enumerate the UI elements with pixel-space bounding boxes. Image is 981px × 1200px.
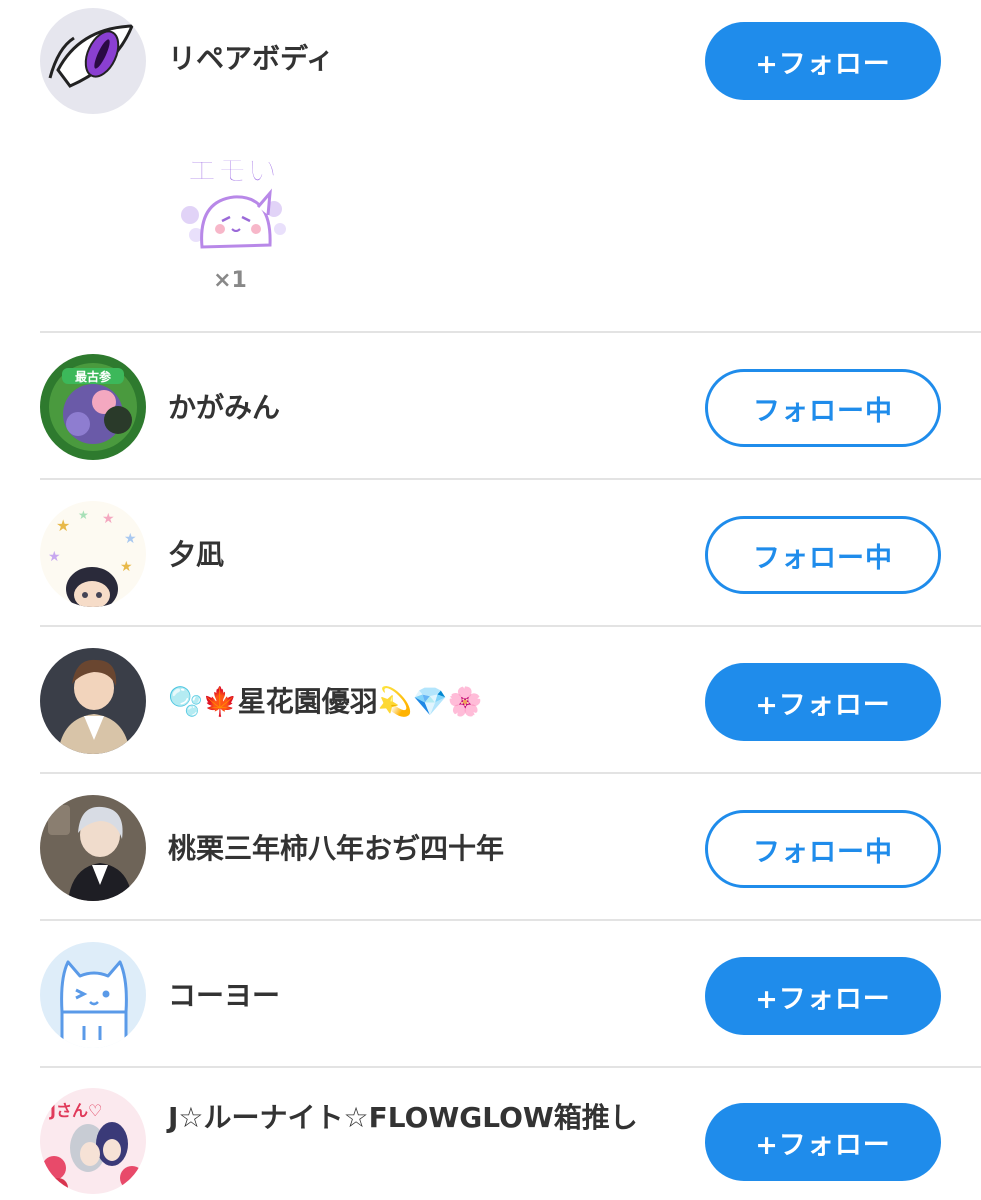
- cat-avatar-icon: [40, 942, 146, 1048]
- user-name[interactable]: リペアボディ: [168, 40, 334, 78]
- following-button[interactable]: フォロー中: [705, 810, 941, 888]
- emoi-stamp[interactable]: エモい: [176, 145, 288, 253]
- reaction-count: ×1: [213, 268, 247, 293]
- following-button[interactable]: フォロー中: [705, 369, 941, 447]
- user-row-koyo: コーヨー +フォロー: [0, 921, 981, 1066]
- user-row-hoshihanazono: 🫧🍁星花園優羽💫💎🌸 +フォロー: [0, 627, 981, 772]
- user-name[interactable]: 🫧🍁星花園優羽💫💎🌸: [168, 683, 482, 721]
- svg-text:★: ★: [48, 549, 61, 565]
- svg-text:★: ★: [102, 511, 115, 527]
- avatar-koyo[interactable]: [40, 942, 146, 1048]
- follow-button[interactable]: +フォロー: [705, 1103, 941, 1181]
- eye-avatar-icon: [40, 8, 146, 114]
- avatar-eye[interactable]: [40, 8, 146, 114]
- emoi-ghost-stamp-icon: エモい: [181, 154, 286, 249]
- user-row-momokuri: 桃栗三年柿八年おぢ四十年 フォロー中: [0, 774, 981, 919]
- boy-with-stars-avatar-icon: ★ ★ ★ ★ ★ ★: [40, 501, 146, 607]
- avatar-momokuri[interactable]: [40, 795, 146, 901]
- avatar-hoshihanazono[interactable]: [40, 648, 146, 754]
- follow-button[interactable]: +フォロー: [705, 957, 941, 1035]
- silver-hair-man-avatar-icon: [40, 795, 146, 901]
- avatar-kagamin[interactable]: 最古参: [40, 354, 146, 460]
- svg-text:Jさん♡: Jさん♡: [49, 1101, 102, 1120]
- follow-button[interactable]: +フォロー: [705, 663, 941, 741]
- svg-text:★: ★: [120, 559, 133, 575]
- avatar-yunagi[interactable]: ★ ★ ★ ★ ★ ★: [40, 501, 146, 607]
- svg-text:★: ★: [124, 531, 137, 547]
- following-button[interactable]: フォロー中: [705, 516, 941, 594]
- avatar-j-lunight[interactable]: Jさん♡: [40, 1088, 146, 1194]
- svg-text:最古参: 最古参: [75, 369, 112, 384]
- svg-text:★: ★: [56, 516, 70, 535]
- follow-button[interactable]: +フォロー: [705, 22, 941, 100]
- user-row-j-lunight: Jさん♡ J☆ルーナイト☆FLOWGLOW箱推し +フォロー: [0, 1068, 981, 1200]
- user-row-yunagi: ★ ★ ★ ★ ★ ★ 夕凪 フォロー中: [0, 480, 981, 625]
- couple-hearts-avatar-icon: Jさん♡: [40, 1088, 146, 1194]
- user-row-kagamin: 最古参 かがみん フォロー中: [0, 333, 981, 478]
- svg-text:★: ★: [78, 508, 89, 522]
- user-name[interactable]: コーヨー: [168, 977, 280, 1015]
- stamp-text: エモい: [187, 154, 277, 189]
- user-name[interactable]: 夕凪: [168, 536, 224, 574]
- user-row-repair-body: リペアボディ +フォロー エモい ×1: [0, 0, 981, 330]
- user-name[interactable]: かがみん: [168, 389, 280, 427]
- user-name[interactable]: 桃栗三年柿八年おぢ四十年: [168, 830, 504, 868]
- user-name[interactable]: J☆ルーナイト☆FLOWGLOW箱推し: [168, 1098, 678, 1138]
- anime-characters-avatar-icon: 最古参: [40, 354, 146, 460]
- man-in-suit-avatar-icon: [40, 648, 146, 754]
